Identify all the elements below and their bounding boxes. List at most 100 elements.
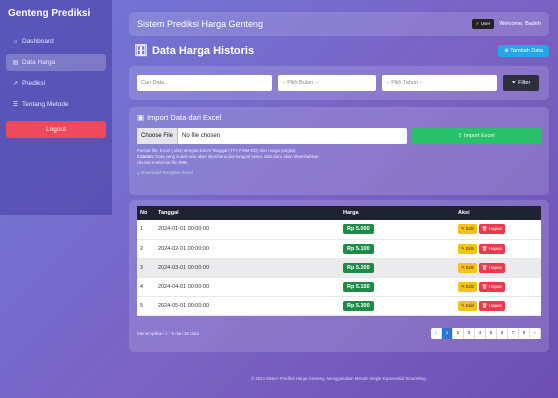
row-actions: ✎ Edit 🗑 Hapus <box>455 296 541 316</box>
row-number: 3 <box>137 258 155 278</box>
price-table: No Tanggal Harga Aksi 1 2024-01-01 00:00… <box>137 206 541 316</box>
sidebar-item-label: Tentang Metode <box>22 101 69 108</box>
sidebar-item-label: Prediksi <box>22 80 46 87</box>
delete-button[interactable]: 🗑 Hapus <box>478 224 505 235</box>
row-actions: ✎ Edit 🗑 Hapus <box>455 258 541 278</box>
download-icon: ⤓ <box>137 170 139 176</box>
row-price-cell: Rp 5.150 <box>340 277 455 297</box>
pagination-prev[interactable]: ‹ <box>431 327 442 339</box>
page-title-text: Data Harga Historis <box>151 44 255 57</box>
pagination-next[interactable]: › <box>530 327 541 339</box>
edit-button[interactable]: ✎ Edit <box>458 281 477 292</box>
pagination-page-1[interactable]: 1 <box>442 327 453 339</box>
sidebar-item-data-harga[interactable]: ▤ Data Harga <box>6 54 106 71</box>
row-price-cell: Rp 5.000 <box>340 220 455 240</box>
download-template-link[interactable]: ⤓ Download Template Excel <box>137 170 541 175</box>
top-bar-right: ✓ User Welcome, Badeh <box>471 19 541 29</box>
sidebar-item-prediksi[interactable]: ↗ Prediksi <box>6 75 106 92</box>
record-count: Menampilkan 1 - 5 dari 36 data <box>137 330 200 336</box>
page-title: 🗄 Data Harga Historis <box>134 44 255 58</box>
note-text: Data yang sudah ada akan diperbarui jika… <box>155 154 320 160</box>
no-file-text: No file chosen <box>182 133 221 139</box>
row-number: 4 <box>137 277 155 297</box>
pagination-page-6[interactable]: 6 <box>497 327 508 339</box>
import-card: ▣ Import Data dari Excel Choose File No … <box>129 107 549 195</box>
logout-button[interactable]: Logout <box>6 121 106 138</box>
row-actions: ✎ Edit 🗑 Hapus <box>455 239 541 259</box>
pagination-page-2[interactable]: 2 <box>453 327 464 339</box>
page-header: 🗄 Data Harga Historis ⊕ Tambah Data <box>134 44 549 57</box>
filter-icon: ⏷ <box>511 79 517 86</box>
table-row: 5 2024-05-01 00:00:00 Rp 5.300 ✎ Edit 🗑 H… <box>137 296 541 316</box>
edit-button[interactable]: ✎ Edit <box>458 262 477 273</box>
month-select[interactable]: -- Pilih Bulan -- <box>278 75 376 91</box>
import-button-label: Import Excel <box>464 133 495 139</box>
import-note: Format file: Excel (.xlsx) dengan kolom … <box>137 148 541 166</box>
row-date: 2024-03-01 00:00:00 <box>155 258 340 278</box>
column-header: Aksi <box>458 210 470 216</box>
choose-file-button[interactable]: Choose File <box>137 128 179 144</box>
price-badge: Rp 5.150 <box>343 281 374 292</box>
table-row: 2 2024-02-01 00:00:00 Rp 5.100 ✎ Edit 🗑 H… <box>137 239 541 259</box>
pagination-page-5[interactable]: 5 <box>486 327 497 339</box>
home-icon: ⌂ <box>13 38 18 45</box>
year-select[interactable]: -- Pilih Tahun -- <box>382 75 497 91</box>
pagination-page-7[interactable]: 7 <box>508 327 519 339</box>
row-number: 2 <box>137 239 155 259</box>
file-input[interactable]: Choose File No file chosen <box>137 128 407 144</box>
row-price-cell: Rp 5.300 <box>340 296 455 316</box>
import-excel-button[interactable]: ⇪ Import Excel <box>411 128 541 144</box>
file-excel-icon: ▣ <box>137 113 145 122</box>
price-badge: Rp 5.300 <box>343 300 374 311</box>
row-number: 5 <box>137 296 155 316</box>
sidebar: Genteng Prediksi ⌂ Dashboard ▤ Data Harg… <box>0 0 112 215</box>
table-row: 4 2024-04-01 00:00:00 Rp 5.150 ✎ Edit 🗑 H… <box>137 277 541 297</box>
pagination-page-8[interactable]: 8 <box>519 327 530 339</box>
table-icon: ▤ <box>12 60 19 66</box>
sidebar-item-dashboard[interactable]: ⌂ Dashboard <box>6 33 106 50</box>
search-input[interactable]: Cari Data... <box>137 75 272 91</box>
row-date: 2024-01-01 00:00:00 <box>155 220 340 240</box>
import-title-text: Import Data dari Excel <box>147 113 222 122</box>
row-actions: ✎ Edit 🗑 Hapus <box>455 277 541 297</box>
download-template-label: Download Template Excel <box>141 170 193 176</box>
delete-button[interactable]: 🗑 Hapus <box>478 262 505 273</box>
top-bar: Sistem Prediksi Harga Genteng ✓ User Wel… <box>129 12 549 36</box>
database-icon: 🗄 <box>134 45 148 57</box>
row-price-cell: Rp 5.100 <box>340 239 455 259</box>
row-date: 2024-02-01 00:00:00 <box>155 239 340 259</box>
delete-button[interactable]: 🗑 Hapus <box>478 243 505 254</box>
delete-button[interactable]: 🗑 Hapus <box>478 300 505 311</box>
row-price-cell: Rp 5.200 <box>340 258 455 278</box>
table-row: 3 2024-03-01 00:00:00 Rp 5.200 ✎ Edit 🗑 H… <box>137 258 541 278</box>
table-footer: Menampilkan 1 - 5 dari 36 data ‹ 1 2 3 4… <box>137 327 541 339</box>
edit-button[interactable]: ✎ Edit <box>458 224 477 235</box>
table-row: 1 2024-01-01 00:00:00 Rp 5.000 ✎ Edit 🗑 H… <box>137 220 541 240</box>
column-header: No <box>140 210 148 216</box>
column-header: Harga <box>343 210 359 216</box>
sidebar-item-tentang-metode[interactable]: ☰ Tentang Metode <box>6 96 106 113</box>
import-title: ▣ Import Data dari Excel <box>137 113 541 122</box>
add-data-button[interactable]: ⊕ Tambah Data <box>498 44 549 57</box>
table-card: No Tanggal Harga Aksi 1 2024-01-01 00:00… <box>129 200 549 352</box>
pagination-page-3[interactable]: 3 <box>464 327 475 339</box>
pagination-page-4[interactable]: 4 <box>475 327 486 339</box>
user-badge[interactable]: ✓ User <box>471 19 495 29</box>
delete-button[interactable]: 🗑 Hapus <box>478 281 505 292</box>
price-badge: Rp 5.100 <box>343 243 374 254</box>
file-row: Choose File No file chosen ⇪ Import Exce… <box>137 128 541 144</box>
note-label: Catatan: <box>137 154 155 160</box>
row-number: 1 <box>137 220 155 240</box>
edit-button[interactable]: ✎ Edit <box>458 243 477 254</box>
upload-icon: ⇪ <box>457 133 463 139</box>
pagination: ‹ 1 2 3 4 5 6 7 8 › <box>431 327 541 339</box>
filter-card: Cari Data... -- Pilih Bulan -- -- Pilih … <box>129 66 549 100</box>
footer-text: © 2024 Sistem Prediksi Harga Genteng. Me… <box>251 376 427 381</box>
row-date: 2024-05-01 00:00:00 <box>155 296 340 316</box>
size-note: Ukuran maksimal file 2MB. <box>137 160 189 166</box>
app-title: Sistem Prediksi Harga Genteng <box>137 19 264 29</box>
edit-button[interactable]: ✎ Edit <box>458 300 477 311</box>
column-header: Tanggal <box>158 210 179 216</box>
filter-button[interactable]: ⏷ Filter <box>503 75 539 91</box>
table-header-row: No Tanggal Harga Aksi <box>137 206 541 220</box>
